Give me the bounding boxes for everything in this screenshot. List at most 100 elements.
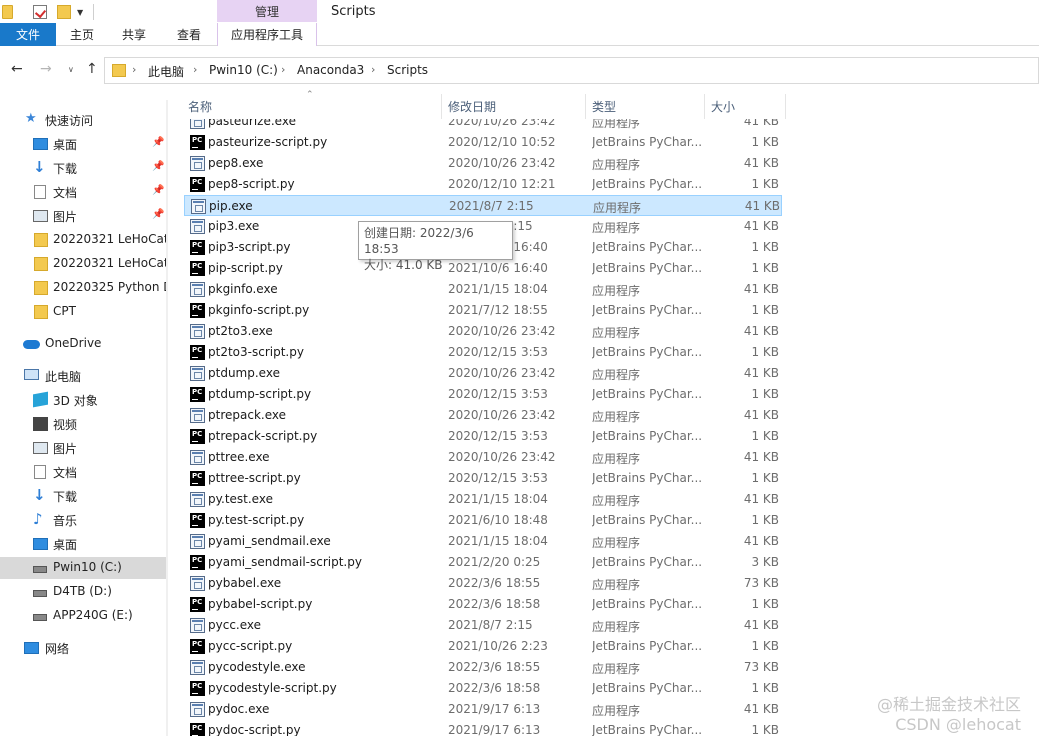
pin-icon[interactable]: 📌 bbox=[152, 209, 164, 220]
file-row[interactable]: PC ptdump-script.py 2020/12/15 3:53 JetBrai… bbox=[184, 384, 782, 405]
nav-recent-folder[interactable]: 20220321 LeHoCat bbox=[0, 229, 168, 251]
nav-recent-folder[interactable]: 20220321 LeHoCat bbox=[0, 253, 168, 275]
file-row[interactable]: pyami_sendmail.exe 2021/1/15 18:04 应用程序 41 … bbox=[184, 531, 782, 552]
file-row[interactable]: PC pybabel-script.py 2022/3/6 18:58 JetBrai… bbox=[184, 594, 782, 615]
recent-locations-chevron-icon[interactable]: ∨ bbox=[68, 65, 74, 74]
star-icon: ★ bbox=[25, 111, 37, 126]
file-row[interactable]: ptrepack.exe 2020/10/26 23:42 应用程序 41 KB bbox=[184, 405, 782, 426]
file-row[interactable]: PC pydoc-script.py 2021/9/17 6:13 JetBrains… bbox=[184, 720, 782, 736]
file-row[interactable]: pip.exe 2021/8/7 2:15 应用程序 41 KB bbox=[184, 195, 782, 216]
file-row[interactable]: py.test.exe 2021/1/15 18:04 应用程序 41 KB bbox=[184, 489, 782, 510]
file-size: 1 KB bbox=[751, 639, 779, 653]
pycharm-file-icon: PC bbox=[190, 387, 205, 402]
nav-pictures-pinned[interactable]: 图片 📌 bbox=[0, 205, 168, 227]
file-type: 应用程序 bbox=[592, 662, 641, 676]
file-type: 应用程序 bbox=[592, 158, 641, 172]
tab-home[interactable]: 主页 bbox=[60, 23, 104, 46]
file-row[interactable]: PC pkginfo-script.py 2021/7/12 18:55 JetBra… bbox=[184, 300, 782, 321]
pin-icon[interactable]: 📌 bbox=[152, 185, 164, 196]
file-row[interactable]: PC pttree-script.py 2020/12/15 3:53 JetBrai… bbox=[184, 468, 782, 489]
nav-drive-d[interactable]: D4TB (D:) bbox=[0, 581, 168, 603]
video-icon bbox=[33, 417, 48, 431]
file-row[interactable]: pkginfo.exe 2021/1/15 18:04 应用程序 41 KB bbox=[184, 279, 782, 300]
column-header-date[interactable]: 修改日期 bbox=[442, 94, 586, 119]
file-row[interactable]: PC ptrepack-script.py 2020/12/15 3:53 JetBr… bbox=[184, 426, 782, 447]
breadcrumb-separator[interactable]: › bbox=[132, 63, 136, 76]
column-header-type[interactable]: 类型 bbox=[586, 94, 705, 119]
file-size: 41 KB bbox=[743, 702, 779, 716]
nav-documents[interactable]: 文档 bbox=[0, 461, 168, 483]
file-row[interactable]: PC pycodestyle-script.py 2022/3/6 18:58 Jet… bbox=[184, 678, 782, 699]
pycharm-file-icon: PC bbox=[190, 513, 205, 528]
new-folder-icon[interactable] bbox=[57, 5, 71, 19]
nav-desktop[interactable]: 桌面 bbox=[0, 533, 168, 555]
nav-this-pc[interactable]: 此电脑 bbox=[0, 365, 168, 387]
file-row[interactable]: pt2to3.exe 2020/10/26 23:42 应用程序 41 KB bbox=[184, 321, 782, 342]
file-row[interactable]: PC pep8-script.py 2020/12/10 12:21 JetBrain… bbox=[184, 174, 782, 195]
file-type: 应用程序 bbox=[592, 452, 641, 466]
nav-drive-e[interactable]: APP240G (E:) bbox=[0, 605, 168, 627]
nav-pictures[interactable]: 图片 bbox=[0, 437, 168, 459]
file-row[interactable]: ptdump.exe 2020/10/26 23:42 应用程序 41 KB bbox=[184, 363, 782, 384]
breadcrumb-scripts[interactable]: Scripts bbox=[387, 63, 428, 77]
tab-share[interactable]: 共享 bbox=[112, 23, 156, 46]
breadcrumb-separator[interactable]: › bbox=[371, 63, 375, 76]
nav-quick-access[interactable]: ★ 快速访问 bbox=[0, 109, 168, 131]
nav-network[interactable]: 网络 bbox=[0, 637, 168, 659]
nav-videos[interactable]: 视频 bbox=[0, 413, 168, 435]
properties-icon[interactable] bbox=[33, 5, 47, 19]
breadcrumb-separator[interactable]: › bbox=[281, 63, 285, 76]
nav-onedrive[interactable]: OneDrive bbox=[0, 333, 168, 355]
nav-downloads-pinned[interactable]: ↓ 下载 📌 bbox=[0, 157, 168, 179]
back-arrow-icon[interactable]: ← bbox=[11, 61, 23, 77]
file-size: 1 KB bbox=[751, 723, 779, 736]
file-size: 1 KB bbox=[751, 597, 779, 611]
file-row[interactable]: pydoc.exe 2021/9/17 6:13 应用程序 41 KB bbox=[184, 699, 782, 720]
file-row[interactable]: PC pyami_sendmail-script.py 2021/2/20 0:25… bbox=[184, 552, 782, 573]
file-type: 应用程序 bbox=[592, 494, 641, 508]
column-header-size[interactable]: 大小 bbox=[705, 94, 786, 119]
tab-app-tools[interactable]: 应用程序工具 bbox=[217, 23, 317, 46]
nav-recent-folder[interactable]: 20220325 Python D bbox=[0, 277, 168, 299]
nav-downloads[interactable]: ↓ 下载 bbox=[0, 485, 168, 507]
tooltip-size: 大小: 41.0 KB bbox=[364, 258, 443, 272]
forward-arrow-icon[interactable]: → bbox=[40, 61, 52, 77]
file-row[interactable]: PC pt2to3-script.py 2020/12/15 3:53 JetBrai… bbox=[184, 342, 782, 363]
up-arrow-icon[interactable]: ↑ bbox=[86, 61, 98, 77]
address-bar[interactable]: › 此电脑 › Pwin10 (C:) › Anaconda3 › Script… bbox=[104, 57, 1039, 84]
file-type: JetBrains PyChar... bbox=[592, 513, 702, 527]
nav-recent-folder[interactable]: CPT bbox=[0, 301, 168, 323]
cloud-icon bbox=[23, 340, 40, 349]
file-row[interactable]: PC pycc-script.py 2021/10/26 2:23 JetBrains… bbox=[184, 636, 782, 657]
file-type: JetBrains PyChar... bbox=[592, 597, 702, 611]
tab-view[interactable]: 查看 bbox=[167, 23, 211, 46]
nav-pane-scrollbar[interactable] bbox=[166, 100, 168, 736]
file-row[interactable]: pttree.exe 2020/10/26 23:42 应用程序 41 KB bbox=[184, 447, 782, 468]
executable-file-icon bbox=[190, 618, 205, 633]
tab-file[interactable]: 文件 bbox=[0, 23, 56, 46]
nav-3d-objects[interactable]: 3D 对象 bbox=[0, 389, 168, 411]
file-row[interactable]: pep8.exe 2020/10/26 23:42 应用程序 41 KB bbox=[184, 153, 782, 174]
nav-music[interactable]: ♪ 音乐 bbox=[0, 509, 168, 531]
file-list-pane: pasteurize.exe 2020/10/26 23:42 应用程序 41 KB P… bbox=[182, 88, 1039, 736]
folder-icon[interactable] bbox=[2, 5, 13, 19]
breadcrumb-anaconda3[interactable]: Anaconda3 bbox=[297, 63, 364, 77]
file-modified-date: 2021/2/20 0:25 bbox=[448, 555, 541, 569]
customize-dropdown-icon[interactable]: ▼ bbox=[77, 8, 83, 17]
file-row[interactable]: PC pasteurize-script.py 2020/12/10 10:52 Je… bbox=[184, 132, 782, 153]
nav-drive-c[interactable]: Pwin10 (C:) bbox=[0, 557, 168, 579]
file-row[interactable]: pycodestyle.exe 2022/3/6 18:55 应用程序 73 KB bbox=[184, 657, 782, 678]
nav-documents-pinned[interactable]: 文档 📌 bbox=[0, 181, 168, 203]
pin-icon[interactable]: 📌 bbox=[152, 137, 164, 148]
executable-file-icon bbox=[190, 324, 205, 339]
nav-desktop-pinned[interactable]: 桌面 📌 bbox=[0, 133, 168, 155]
drive-icon bbox=[33, 566, 47, 573]
breadcrumb-drive-c[interactable]: Pwin10 (C:) bbox=[209, 63, 278, 77]
file-row[interactable]: pycc.exe 2021/8/7 2:15 应用程序 41 KB bbox=[184, 615, 782, 636]
file-row[interactable]: pybabel.exe 2022/3/6 18:55 应用程序 73 KB bbox=[184, 573, 782, 594]
breadcrumb-separator[interactable]: › bbox=[193, 63, 197, 76]
breadcrumb-this-pc[interactable]: 此电脑 bbox=[148, 63, 184, 80]
column-header-name[interactable]: 名称 bbox=[182, 94, 442, 119]
pin-icon[interactable]: 📌 bbox=[152, 161, 164, 172]
file-row[interactable]: PC py.test-script.py 2021/6/10 18:48 JetBra… bbox=[184, 510, 782, 531]
